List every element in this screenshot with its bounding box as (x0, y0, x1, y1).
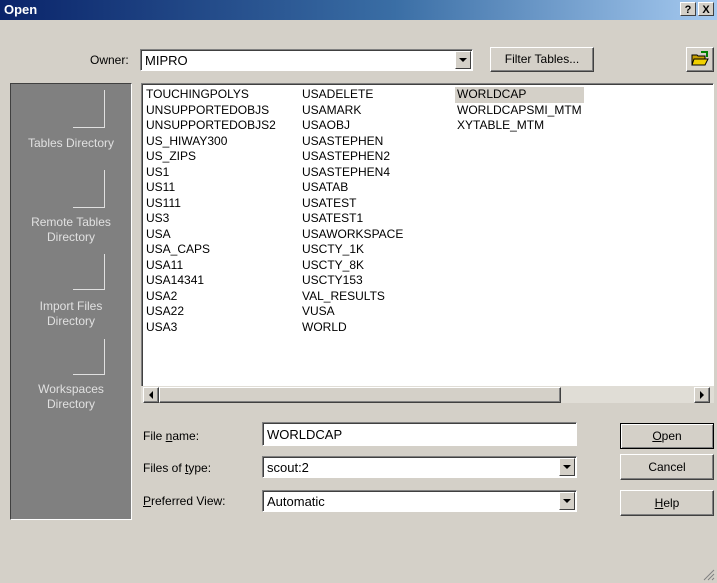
window-title: Open (4, 2, 38, 17)
file-list-item[interactable]: USAOBJ (300, 118, 405, 134)
file-list-item[interactable]: US3 (144, 211, 278, 227)
sidebar-item-workspaces[interactable]: Workspaces Directory (11, 382, 131, 412)
file-list-item[interactable]: USA_CAPS (144, 242, 278, 258)
arrow-left-icon (149, 391, 153, 399)
sidebar-item-remote-tables[interactable]: Remote Tables Directory (11, 215, 131, 245)
chevron-down-icon (563, 499, 571, 503)
file-list-column-2: USADELETE USAMARK USAOBJ USASTEPHEN USASTEPH… (300, 87, 405, 335)
open-button[interactable]: Open (620, 423, 714, 449)
file-list-item[interactable]: USASTEPHEN2 (300, 149, 405, 165)
file-list-item[interactable]: USCTY_1K (300, 242, 405, 258)
file-list-item[interactable]: US_ZIPS (144, 149, 278, 165)
file-list-item[interactable]: USA11 (144, 258, 278, 274)
file-list[interactable]: TOUCHINGPOLYS UNSUPPORTEDOBJS UNSUPPORTEDO… (141, 83, 714, 403)
file-name-value: WORLDCAP (267, 427, 343, 442)
owner-dropdown-button[interactable] (455, 51, 471, 69)
filter-tables-button[interactable]: Filter Tables... (490, 47, 594, 72)
file-list-item[interactable]: USAMARK (300, 103, 405, 119)
file-list-item[interactable]: WORLDCAP (455, 87, 584, 103)
file-name-label: File name: (143, 429, 200, 443)
file-list-item[interactable]: USA2 (144, 289, 278, 305)
file-list-item[interactable]: USA3 (144, 320, 278, 336)
horizontal-scrollbar[interactable] (141, 386, 714, 403)
directory-sidebar: Tables Directory Remote Tables Directory… (10, 83, 132, 520)
open-folder-button[interactable] (686, 47, 714, 72)
files-of-type-dropdown-button[interactable] (559, 458, 575, 476)
file-list-column-1: TOUCHINGPOLYS UNSUPPORTEDOBJS UNSUPPORTEDO… (144, 87, 278, 335)
cancel-button[interactable]: Cancel (620, 454, 714, 480)
file-list-item[interactable]: USCTY153 (300, 273, 405, 289)
file-list-item[interactable]: USA14341 (144, 273, 278, 289)
file-list-item[interactable]: VUSA (300, 304, 405, 320)
files-of-type-label: Files of type: (143, 461, 212, 475)
file-name-input[interactable]: WORLDCAP (262, 422, 577, 446)
title-bar[interactable]: Open ? X (0, 0, 717, 20)
file-list-item[interactable]: USATEST1 (300, 211, 405, 227)
sidebar-item-tables[interactable]: Tables Directory (11, 136, 131, 151)
file-list-item[interactable]: WORLD (300, 320, 405, 336)
file-list-item[interactable]: UNSUPPORTEDOBJS (144, 103, 278, 119)
preferred-view-label: Preferred View: (143, 494, 226, 508)
files-of-type-value: scout:2 (267, 460, 309, 475)
sidebar-item-import-files[interactable]: Import Files Directory (11, 299, 131, 329)
owner-combobox[interactable]: MIPRO (140, 49, 473, 71)
resize-grip-icon[interactable] (703, 569, 715, 581)
help-button[interactable]: Help (620, 490, 714, 516)
file-list-item[interactable]: US111 (144, 196, 278, 212)
file-list-item[interactable]: US11 (144, 180, 278, 196)
chevron-down-icon (563, 465, 571, 469)
file-list-item[interactable]: VAL_RESULTS (300, 289, 405, 305)
file-list-item[interactable]: USCTY_8K (300, 258, 405, 274)
owner-value: MIPRO (145, 53, 188, 68)
preferred-view-dropdown-button[interactable] (559, 492, 575, 510)
file-list-item[interactable]: USATEST (300, 196, 405, 212)
file-list-item[interactable]: WORLDCAPSMI_MTM (455, 103, 584, 119)
file-list-item[interactable]: USATAB (300, 180, 405, 196)
file-list-item[interactable]: UNSUPPORTEDOBJS2 (144, 118, 278, 134)
file-list-column-3: WORLDCAP WORLDCAPSMI_MTM XYTABLE_MTM (455, 87, 584, 134)
file-list-item[interactable]: XYTABLE_MTM (455, 118, 584, 134)
file-list-item[interactable]: USA22 (144, 304, 278, 320)
preferred-view-combobox[interactable]: Automatic (262, 490, 577, 512)
help-title-button[interactable]: ? (680, 2, 696, 16)
file-list-item[interactable]: USADELETE (300, 87, 405, 103)
scroll-right-button[interactable] (694, 387, 710, 403)
file-list-item[interactable]: USASTEPHEN (300, 134, 405, 150)
arrow-right-icon (700, 391, 704, 399)
scroll-left-button[interactable] (143, 387, 159, 403)
file-list-item[interactable]: TOUCHINGPOLYS (144, 87, 278, 103)
files-of-type-combobox[interactable]: scout:2 (262, 456, 577, 478)
file-list-item[interactable]: USA (144, 227, 278, 243)
preferred-view-value: Automatic (267, 494, 325, 509)
file-list-item[interactable]: USAWORKSPACE (300, 227, 405, 243)
scroll-thumb[interactable] (159, 387, 561, 403)
open-folder-icon (691, 51, 709, 66)
file-list-item[interactable]: USASTEPHEN4 (300, 165, 405, 181)
file-list-item[interactable]: US1 (144, 165, 278, 181)
file-list-item[interactable]: US_HIWAY300 (144, 134, 278, 150)
close-title-button[interactable]: X (698, 2, 714, 16)
chevron-down-icon (459, 58, 467, 62)
owner-label: Owner: (90, 53, 129, 67)
